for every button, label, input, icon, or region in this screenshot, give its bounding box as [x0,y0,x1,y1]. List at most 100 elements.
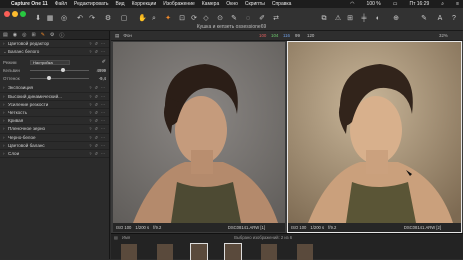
import-icon[interactable]: ⬇ [34,15,42,23]
wb-picker-icon[interactable]: ✐ [102,59,106,65]
eraser-icon[interactable]: ◌ [244,15,252,23]
menu-scripts[interactable]: Скрипты [245,1,265,7]
brush-icon[interactable]: ✎ [230,15,238,23]
tab-composition[interactable]: ⊞ [31,32,35,38]
kelvin-slider-knob[interactable] [60,67,65,72]
compare-icon[interactable]: ⧉ [320,15,328,23]
image-viewer-2[interactable]: ISO 100 1/200 s f/9.2 DSC08141.ARW [2] [287,41,462,233]
section-controls-icon[interactable]: ? ↺ ⋯ [89,85,106,90]
list-icon[interactable]: ≡ [456,1,459,7]
rotate-icon[interactable]: ⟳ [190,15,198,23]
tool-section[interactable]: › Четкость? ↺ ⋯ [0,109,109,118]
section-controls-icon[interactable]: ? ↺ ⋯ [89,94,106,99]
minimize-window-button[interactable] [12,11,18,17]
thumbnail[interactable] [190,243,208,260]
proof-icon[interactable]: ◐ [374,15,382,23]
crop-icon[interactable]: ⊡ [178,15,186,23]
camera-icon[interactable]: ◎ [60,15,68,23]
sort-select[interactable]: Имя [122,235,130,240]
tab-capture[interactable]: ◉ [13,32,17,38]
grid-overlay-icon[interactable]: ⊞ [346,15,354,23]
menu-file[interactable]: Файл [55,1,67,7]
undo-icon[interactable]: ↶ [76,15,84,23]
tool-section[interactable]: › Цветовой баланс? ↺ ⋯ [0,142,109,150]
tint-slider[interactable] [29,75,90,80]
section-controls-icon[interactable]: ? ↺ ⋯ [89,41,106,46]
thumbnail[interactable] [224,243,242,260]
picker-icon[interactable]: ✐ [258,15,266,23]
menu-app[interactable]: Capture One 11 [11,1,48,7]
section-controls-icon[interactable]: ? ↺ ⋯ [89,135,106,140]
section-label: Цветовой редактор [8,41,50,47]
keystone-icon[interactable]: ◇ [202,15,210,23]
section-controls-icon[interactable]: ? ↺ ⋯ [89,49,106,54]
thumbnail[interactable] [121,244,137,260]
kelvin-slider[interactable] [29,67,90,72]
wifi-icon[interactable]: ◠ [350,1,354,7]
tint-value[interactable]: -9,4 [92,76,106,81]
browser-icon[interactable]: ▢ [120,15,128,23]
section-controls-icon[interactable]: ? ↺ ⋯ [89,102,106,107]
section-controls-icon[interactable]: ? ↺ ⋯ [89,143,106,148]
menu-window[interactable]: Окно [226,1,238,7]
tool-section[interactable]: › Экспозиция? ↺ ⋯ [0,84,109,93]
viewer-mode-icon[interactable]: ▤ [115,33,119,39]
section-controls-icon[interactable]: ? ↺ ⋯ [89,118,106,123]
warning-icon[interactable]: ⚠ [334,15,342,23]
section-controls-icon[interactable]: ? ↺ ⋯ [89,110,106,115]
process-icon[interactable]: ⚙ [104,15,112,23]
tint-slider-knob[interactable] [46,75,51,80]
redo-icon[interactable]: ↷ [88,15,96,23]
loupe-icon[interactable]: ⊕ [392,15,400,23]
menu-view[interactable]: Вид [116,1,125,7]
cursor-tool-icon[interactable]: ✦ [164,15,172,23]
tool-section[interactable]: › Слои? ↺ ⋯ [0,150,109,159]
image-viewer-1[interactable]: ISO 100 1/200 s f/9.2 DSC08141.ARW [1] [113,42,285,232]
guides-icon[interactable]: ╪ [360,15,368,23]
font-icon[interactable]: A [436,15,444,23]
zoom-tool-icon[interactable]: ⌕ [150,15,158,23]
tool-section[interactable]: › Усиление резкости? ↺ ⋯ [0,101,109,109]
tool-section[interactable]: › Пленочное зерно? ↺ ⋯ [0,125,109,134]
close-window-button[interactable] [4,11,10,17]
section-controls-icon[interactable]: ? ↺ ⋯ [89,151,106,156]
section-label: Усиление резкости [8,101,49,107]
section-label: Высокий динамический... [8,93,62,99]
readout-b: 104 [271,33,279,38]
picker-tool-icon[interactable]: ✎ [420,15,428,23]
thumbnail[interactable] [297,244,313,260]
spot-icon[interactable]: ⊙ [216,15,224,23]
zoom-window-button[interactable] [20,11,26,17]
search-icon[interactable]: ⌕ [441,1,444,7]
tab-color[interactable]: ✎ [41,32,45,38]
mode-select[interactable]: Настройка [30,59,70,65]
section-color-editor[interactable]: › Цветовой редактор ? ↺ ⋯ [0,40,109,49]
thumbnail[interactable] [157,244,173,260]
pan-icon[interactable]: ✋ [138,15,147,23]
menu-image[interactable]: Изображение [163,1,195,7]
view-icon[interactable]: ▤ [114,235,118,240]
menu-adjustments[interactable]: Коррекции [132,1,157,7]
grid-icon[interactable]: ▦ [46,15,54,23]
thumbnail[interactable] [261,244,277,260]
section-white-balance[interactable]: ⌄ Баланс белого ? ↺ ⋯ [0,48,109,57]
menu-help[interactable]: Справка [272,1,292,7]
zoom-level[interactable]: 32% [439,33,448,38]
tab-lens[interactable]: ◎ [22,32,26,38]
menu-camera[interactable]: Камера [202,1,219,7]
kelvin-value[interactable]: 4999 [92,68,106,73]
clock[interactable]: Пт 16:29 [409,1,429,7]
tool-section[interactable]: › Кривая? ↺ ⋯ [0,117,109,126]
section-controls-icon[interactable]: ? ↺ ⋯ [89,126,106,131]
copy-icon[interactable]: ⇄ [272,15,280,23]
tool-section[interactable]: › Высокий динамический...? ↺ ⋯ [0,93,109,101]
window-title: Кушка и кепзеть ossessione69 [196,24,267,30]
help-icon[interactable]: ? [450,15,458,23]
menu-edit[interactable]: Редактировать [74,1,109,7]
tool-section[interactable]: › Черно-белое? ↺ ⋯ [0,134,109,142]
menu-bar: Capture One 11 Файл Редактировать Вид Ко… [0,0,463,8]
tab-metadata[interactable]: ⓘ [59,32,64,39]
tab-details[interactable]: ⚙ [50,32,54,38]
tab-library[interactable]: ▤ [3,32,8,38]
battery-icon[interactable]: ▭ [393,1,398,7]
